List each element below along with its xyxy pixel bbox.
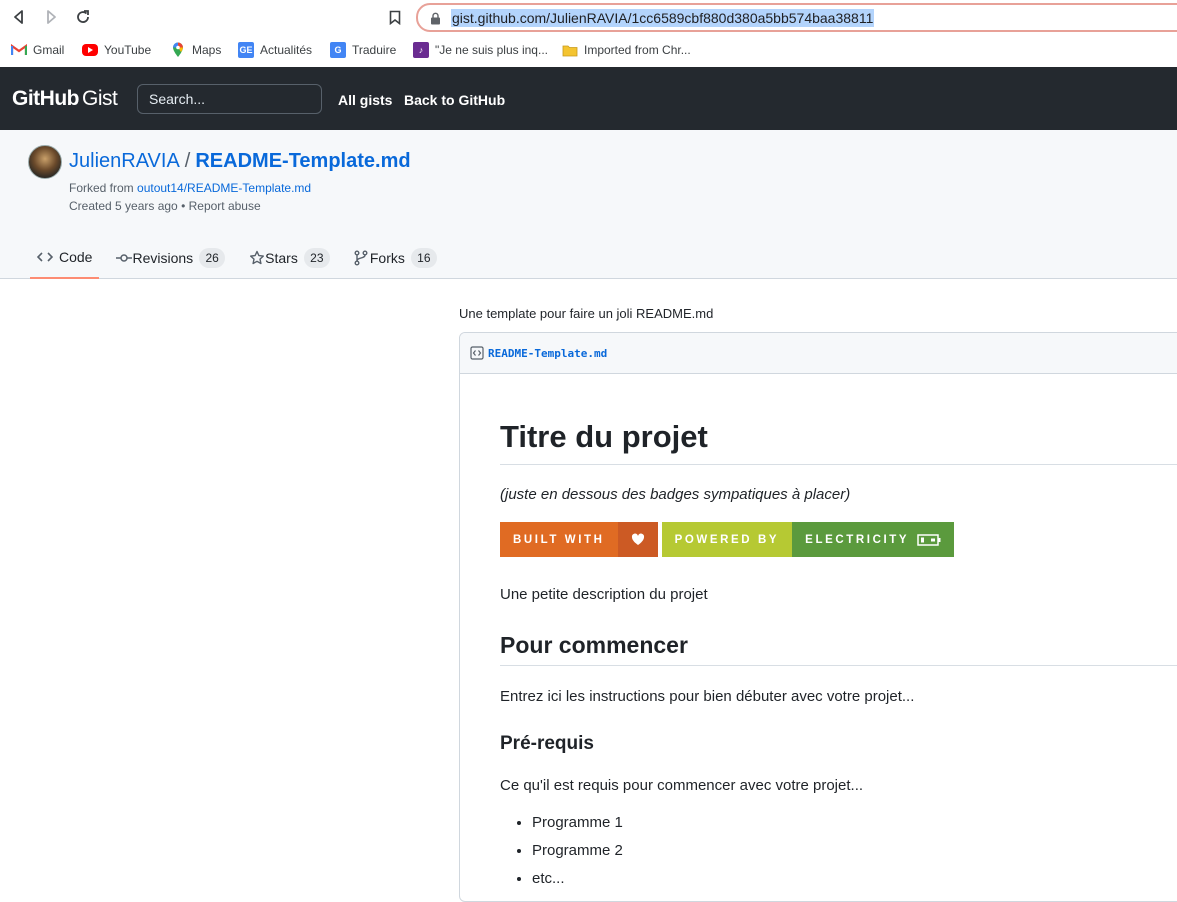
powered-by-electricity-badge[interactable]: POWERED BY ELECTRICITY <box>661 522 955 557</box>
back-button[interactable] <box>8 6 30 28</box>
news-icon: GE <box>238 42 254 58</box>
bookmark-label: Actualités <box>260 43 313 57</box>
tab-label: Forks <box>369 250 405 266</box>
commit-icon <box>116 254 133 262</box>
search-input[interactable] <box>137 84 322 114</box>
section-heading-start: Pour commencer <box>500 632 688 658</box>
maps-icon <box>170 42 186 58</box>
back-to-github-link[interactable]: Back to GitHub <box>404 92 505 108</box>
reload-button[interactable] <box>72 6 94 28</box>
divider <box>500 464 1177 465</box>
prereq-list: Programme 1 Programme 2 etc... <box>532 809 623 893</box>
divider <box>500 665 1177 666</box>
bookmark-page-button[interactable] <box>386 7 404 27</box>
bookmarks-bar: Gmail YouTube Maps GE Actualités G Tradu… <box>0 34 1177 67</box>
url-text[interactable]: gist.github.com/JulienRAVIA/1cc6589cbf88… <box>451 9 875 27</box>
report-abuse-link[interactable]: Report abuse <box>189 199 261 213</box>
tab-label: Stars <box>265 250 298 266</box>
bookmark-label: YouTube <box>104 43 152 57</box>
logo-sub: Gist <box>81 87 118 110</box>
section-heading-prereq: Pré-requis <box>500 733 594 754</box>
youtube-icon <box>82 44 98 56</box>
file-code-icon <box>470 346 484 360</box>
file-box: README-Template.md Titre du projet (just… <box>459 332 1177 902</box>
bookmark-label: "Je ne suis plus inq... <box>435 43 548 57</box>
gist-meta: JulienRAVIA / README-Template.md Forked fr… <box>0 130 1177 279</box>
bookmark-translate[interactable]: G Traduire <box>330 41 396 59</box>
bookmark-youtube[interactable]: YouTube <box>82 41 151 59</box>
project-description: Une petite description du projet <box>500 586 708 603</box>
owner-link[interactable]: JulienRAVIA <box>69 150 180 172</box>
revisions-count: 26 <box>199 248 226 268</box>
tab-code[interactable]: Code <box>30 237 100 279</box>
forward-icon <box>47 10 56 24</box>
bookmark-maps[interactable]: Maps <box>170 41 221 59</box>
gist-tabs: Code Revisions 26 Stars 23 Forks 16 <box>30 237 454 279</box>
gist-name-link[interactable]: README-Template.md <box>195 150 410 172</box>
forks-count: 16 <box>410 248 437 268</box>
list-item: Programme 1 <box>532 809 623 837</box>
file-name-link[interactable]: README-Template.md <box>488 347 607 360</box>
bookmark-label: Imported from Chr... <box>584 43 691 57</box>
github-gist-logo[interactable]: GitHub Gist <box>12 87 118 111</box>
bookmark-gmail[interactable]: Gmail <box>11 41 64 59</box>
start-instructions: Entrez ici les instructions pour bien dé… <box>500 688 915 705</box>
badge-powered-right-text: ELECTRICITY <box>805 533 910 546</box>
bookmark-folder[interactable]: Imported from Chr... <box>562 41 691 59</box>
bookmark-label: Maps <box>192 43 222 57</box>
badges-row: BUILT WITH POWERED BY ELECTRICITY <box>500 522 958 557</box>
forked-prefix: Forked from <box>69 181 138 195</box>
stars-count: 23 <box>303 248 330 268</box>
list-item: Programme 2 <box>532 837 623 865</box>
bookmark-icon <box>389 10 401 25</box>
bookmark-news[interactable]: GE Actualités <box>238 41 312 59</box>
created-text: Created 5 years ago <box>69 199 178 213</box>
address-bar[interactable]: gist.github.com/JulienRAVIA/1cc6589cbf88… <box>416 3 1177 32</box>
folder-icon <box>562 42 578 58</box>
lock-icon <box>431 12 440 25</box>
tab-revisions[interactable]: Revisions 26 <box>109 237 232 279</box>
tab-forks[interactable]: Forks 16 <box>347 237 444 279</box>
file-header: README-Template.md <box>460 333 1177 374</box>
all-gists-link[interactable]: All gists <box>338 92 392 108</box>
translate-icon: G <box>330 42 346 58</box>
code-icon <box>37 252 53 262</box>
gmail-icon <box>11 42 27 58</box>
badge-powered-right: ELECTRICITY <box>792 522 955 557</box>
gist-header: GitHubGist All gists Back to GitHub <box>0 67 1177 130</box>
bullet-separator: • <box>177 199 189 213</box>
logo-main: GitHub <box>12 87 79 110</box>
forked-from-link[interactable]: outout14/README-Template.md <box>137 181 311 195</box>
avatar[interactable] <box>28 145 62 179</box>
tab-label: Code <box>59 249 93 265</box>
gist-title: JulienRAVIA / README-Template.md <box>69 150 411 173</box>
forked-from: Forked from outout14/README-Template.md <box>69 181 311 195</box>
bookmark-label: Traduire <box>352 43 397 57</box>
fork-icon <box>354 250 368 266</box>
battery-icon <box>917 533 941 546</box>
prereq-text: Ce qu'il est requis pour commencer avec … <box>500 777 864 794</box>
heart-icon <box>617 522 658 557</box>
bookmark-site-icon: ♪ <box>413 42 429 58</box>
gist-description: Une template pour faire un joli README.m… <box>459 306 714 321</box>
badges-note: (juste en dessous des badges sympatiques… <box>500 486 851 503</box>
badge-powered-left: POWERED BY <box>661 522 793 557</box>
tab-stars[interactable]: Stars 23 <box>242 237 337 279</box>
bookmark-label: Gmail <box>33 43 65 57</box>
browser-toolbar: gist.github.com/JulienRAVIA/1cc6589cbf88… <box>0 0 1177 34</box>
star-icon <box>250 250 265 265</box>
created-line: Created 5 years ago • Report abuse <box>69 199 261 213</box>
forward-button[interactable] <box>40 6 62 28</box>
built-with-love-badge[interactable]: BUILT WITH <box>500 522 658 557</box>
reload-icon <box>77 10 89 23</box>
back-icon <box>14 10 23 24</box>
readme-title: Titre du projet <box>500 419 708 454</box>
bookmark-site[interactable]: ♪ "Je ne suis plus inq... <box>413 41 548 59</box>
title-separator: / <box>184 150 191 172</box>
badge-built-left: BUILT WITH <box>500 522 618 557</box>
tab-label: Revisions <box>132 250 194 266</box>
